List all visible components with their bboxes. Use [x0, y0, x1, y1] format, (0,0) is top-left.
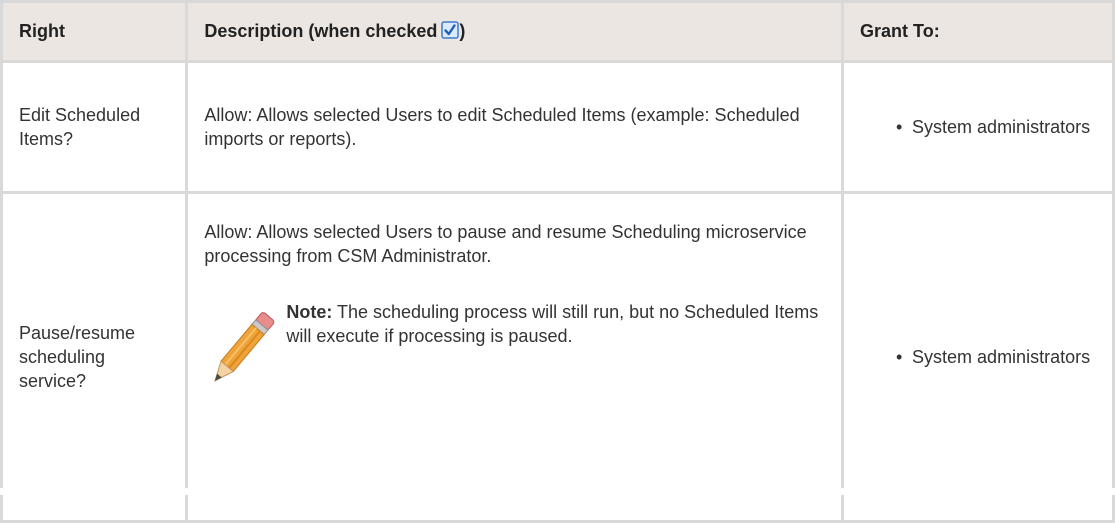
- grant-to-cell: System administrators: [841, 191, 1115, 523]
- pencil-icon: [204, 306, 276, 396]
- grant-to-list: System administrators: [860, 115, 1098, 139]
- header-description-suffix: ): [459, 21, 466, 41]
- header-row: Right Description (when checked) Grant T…: [0, 0, 1115, 63]
- header-description: Description (when checked): [185, 0, 845, 63]
- grant-to-list: System administrators: [860, 345, 1098, 369]
- checked-checkbox-icon: [441, 21, 460, 39]
- header-grant-to: Grant To:: [841, 0, 1115, 63]
- grant-to-item: System administrators: [896, 115, 1098, 139]
- header-description-label: Description (when checked: [204, 21, 438, 41]
- note-block: Note: The scheduling process will still …: [204, 300, 827, 396]
- rights-table: Right Description (when checked) Grant T…: [0, 0, 1115, 523]
- table-row: Pause/resume scheduling service? Allow: …: [0, 191, 1115, 523]
- right-cell: Pause/resume scheduling service?: [0, 191, 189, 523]
- bottom-edge: [0, 488, 1115, 495]
- note-label: Note:: [286, 302, 333, 322]
- description-cell: Allow: Allows selected Users to edit Sch…: [185, 60, 845, 194]
- note-text: Note: The scheduling process will still …: [286, 300, 827, 348]
- table-body: Edit Scheduled Items? Allow: Allows sele…: [0, 60, 1115, 523]
- right-cell: Edit Scheduled Items?: [0, 60, 189, 194]
- table-row: Edit Scheduled Items? Allow: Allows sele…: [0, 60, 1115, 194]
- table-header: Right Description (when checked) Grant T…: [0, 0, 1115, 63]
- note-body: The scheduling process will still run, b…: [286, 302, 819, 346]
- grant-to-item: System administrators: [896, 345, 1098, 369]
- description-cell: Allow: Allows selected Users to pause an…: [185, 191, 845, 523]
- grant-to-cell: System administrators: [841, 60, 1115, 194]
- description-text: Allow: Allows selected Users to pause an…: [204, 222, 807, 266]
- header-right: Right: [0, 0, 189, 63]
